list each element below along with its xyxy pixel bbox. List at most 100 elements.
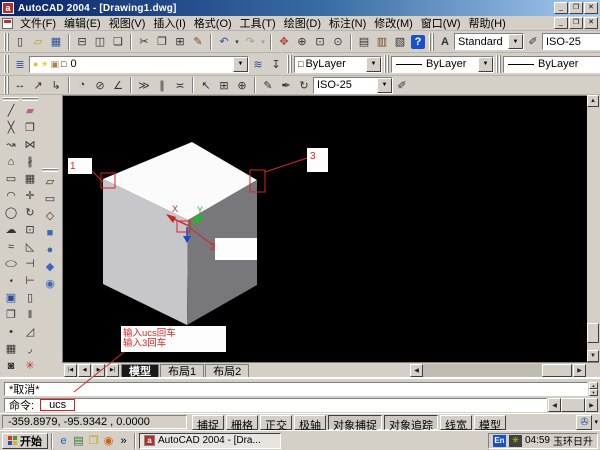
region-icon[interactable]: ◙ — [2, 357, 20, 374]
menu-tools[interactable]: 工具(T) — [236, 14, 280, 32]
menu-draw[interactable]: 绘图(D) — [280, 14, 325, 32]
coordinate-readout[interactable]: -359.8979, -95.9342 , 0.0000 — [2, 415, 187, 429]
layer-combo[interactable]: ● ☀ ▣ □ 0 ▼ — [29, 55, 249, 73]
dim-update-icon[interactable]: ↻ — [295, 77, 313, 93]
start-button[interactable]: 开始 — [2, 432, 48, 449]
undo-icon[interactable]: ↶ — [215, 34, 233, 50]
horizontal-scroll-thumb[interactable] — [561, 398, 585, 412]
command-input-value[interactable]: ucs — [40, 399, 76, 411]
snap-toggle[interactable]: 捕捉 — [192, 414, 224, 432]
shade-gouraud-icon[interactable]: ● — [41, 241, 59, 258]
window-restore-button[interactable]: ❐ — [569, 2, 583, 14]
zoom-window-icon[interactable]: ⊡ — [311, 34, 329, 50]
shade-flat-icon[interactable]: ■ — [41, 224, 59, 241]
autocad-task-button[interactable]: a AutoCAD 2004 - [Dra... — [139, 432, 281, 449]
scroll-down-button[interactable]: ▼ — [587, 350, 599, 362]
offset-icon[interactable]: ∦ — [21, 153, 39, 170]
toolbar-grip[interactable] — [42, 168, 58, 172]
canvas-horizontal-scrollbar[interactable]: ◀ ▶ — [410, 363, 599, 377]
scroll-left-button[interactable]: ◀ — [410, 363, 423, 377]
menu-insert[interactable]: 插入(I) — [149, 14, 189, 32]
lineweight-combo[interactable]: ByLayer — [503, 55, 600, 73]
tool-palettes-icon[interactable]: ▧ — [391, 34, 409, 50]
tab-scroll-prev-button[interactable]: ◀ — [78, 363, 91, 377]
text-style-icon[interactable]: A — [436, 34, 454, 50]
dim-style-combo[interactable]: ISO-25 ▼ — [542, 33, 600, 50]
break-icon[interactable]: ‖ — [21, 306, 39, 323]
line-icon[interactable]: ╱ — [2, 102, 20, 119]
copy-object-icon[interactable]: ❐ — [21, 119, 39, 136]
help-icon[interactable]: ? — [411, 34, 425, 49]
dim-diameter-icon[interactable]: ⊘ — [91, 77, 109, 93]
polar-toggle[interactable]: 极轴 — [294, 414, 326, 432]
otrack-toggle[interactable]: 对象追踪 — [384, 414, 438, 432]
polyline-icon[interactable]: ↝ — [2, 136, 20, 153]
menu-file[interactable]: 文件(F) — [16, 14, 60, 32]
paste-icon[interactable]: ⊞ — [171, 34, 189, 50]
pan-realtime-icon[interactable]: ✥ — [275, 34, 293, 50]
combo-arrow-icon[interactable]: ▼ — [508, 34, 523, 49]
open-icon[interactable]: ▱ — [29, 34, 47, 50]
scale-icon[interactable]: ⊡ — [21, 221, 39, 238]
copy-icon[interactable]: ❐ — [153, 34, 171, 50]
tab-scroll-last-button[interactable]: ▶| — [106, 363, 119, 377]
redo-icon[interactable]: ↷ — [241, 34, 259, 50]
match-properties-icon[interactable]: ✎ — [189, 34, 207, 50]
dim-text-edit-icon[interactable]: ✒ — [277, 77, 295, 93]
dim-radius-icon[interactable]: ◔ — [73, 77, 91, 93]
toolbar-grip[interactable] — [4, 32, 9, 51]
tray-app-icon[interactable]: ✳ — [508, 434, 522, 447]
construction-line-icon[interactable]: ╳ — [2, 119, 20, 136]
dim-aligned-icon[interactable]: ↗ — [29, 77, 47, 93]
dim-edit-icon[interactable]: ✎ — [259, 77, 277, 93]
status-bar-expand-icon[interactable]: ▾ — [594, 418, 598, 426]
dimension-style-combo[interactable]: ISO-25 ▼ — [313, 76, 393, 94]
tab-layout2[interactable]: 布局2 — [205, 363, 250, 378]
shade-gouraud-edges-icon[interactable]: ◉ — [41, 275, 59, 292]
properties-icon[interactable]: ▤ — [355, 34, 373, 50]
command-input-line[interactable]: 命令: ucs — [4, 398, 547, 412]
dim-tolerance-icon[interactable]: ⊞ — [215, 77, 233, 93]
shade-hidden-icon[interactable]: ◇ — [41, 207, 59, 224]
tab-layout1[interactable]: 布局1 — [160, 363, 205, 378]
trim-icon[interactable]: ⊣ — [21, 255, 39, 272]
vertical-scroll-thumb[interactable] — [587, 323, 599, 343]
save-icon[interactable]: ▦ — [47, 34, 65, 50]
mdi-close-button[interactable]: ✕ — [584, 17, 598, 29]
tab-scroll-first-button[interactable]: |◀ — [64, 363, 77, 377]
media-player-icon[interactable]: ◉ — [101, 433, 116, 448]
zoom-realtime-icon[interactable]: ⊕ — [293, 34, 311, 50]
plot-icon[interactable]: ⊟ — [73, 34, 91, 50]
point-icon[interactable]: • — [2, 323, 20, 340]
quick-launch-more-icon[interactable]: » — [116, 433, 131, 448]
toolbar-grip[interactable] — [22, 97, 38, 101]
shade-3d-wireframe-icon[interactable]: ▭ — [41, 190, 59, 207]
hatch-icon[interactable]: ▦ — [2, 340, 20, 357]
rectangle-icon[interactable]: ▭ — [2, 170, 20, 187]
dim-baseline-icon[interactable]: ∥ — [153, 77, 171, 93]
chamfer-icon[interactable]: ◿ — [21, 323, 39, 340]
dim-linear-icon[interactable]: ↔ — [11, 77, 29, 93]
mdi-minimize-button[interactable]: _ — [554, 17, 568, 29]
grid-toggle[interactable]: 栅格 — [226, 414, 258, 432]
designcenter-icon[interactable]: ▥ — [373, 34, 391, 50]
make-layer-current-icon[interactable]: ↧ — [267, 56, 285, 72]
dimension-update-style-icon[interactable]: ✐ — [393, 77, 411, 93]
dim-center-mark-icon[interactable]: ⊕ — [233, 77, 251, 93]
new-icon[interactable]: ▯ — [11, 34, 29, 50]
spline-icon[interactable]: ≈ — [2, 238, 20, 255]
move-icon[interactable]: ✛ — [21, 187, 39, 204]
window-close-button[interactable]: ✕ — [584, 2, 598, 14]
break-at-point-icon[interactable]: ▯ — [21, 289, 39, 306]
rotate-icon[interactable]: ↻ — [21, 204, 39, 221]
ortho-toggle[interactable]: 正交 — [260, 414, 292, 432]
ellipse-arc-icon[interactable]: ◖ — [2, 275, 20, 285]
scroll-down-button[interactable]: ▼ — [589, 389, 598, 396]
toolbar-grip[interactable] — [4, 76, 9, 94]
horizontal-scroll-thumb[interactable] — [542, 363, 572, 377]
command-history[interactable]: *取消* — [4, 382, 588, 396]
zoom-previous-icon[interactable]: ⊙ — [329, 34, 347, 50]
canvas-vertical-scrollbar[interactable]: ▲ ▼ — [587, 95, 599, 362]
circle-icon[interactable]: ◯ — [2, 204, 20, 221]
toolbar-grip[interactable] — [384, 55, 389, 73]
